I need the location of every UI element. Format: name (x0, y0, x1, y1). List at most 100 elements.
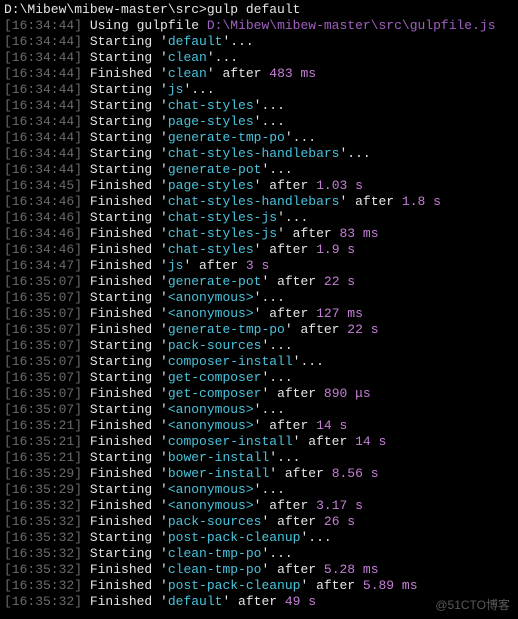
terminal-output: D:\Mibew\mibew-master\src>gulp default[1… (0, 0, 518, 612)
task-name: chat-styles-handlebars (168, 194, 340, 209)
timestamp: [16:35:07] (4, 402, 82, 417)
log-line: [16:35:21] Finished '<anonymous>' after … (4, 418, 514, 434)
task-name: bower-install (168, 450, 269, 465)
log-text: Starting ' (90, 98, 168, 113)
log-text: ' after (254, 178, 316, 193)
log-text: ' after (293, 434, 355, 449)
task-name: page-styles (168, 114, 254, 129)
log-text: '... (254, 482, 285, 497)
timestamp: [16:35:07] (4, 274, 82, 289)
log-line: [16:34:44] Using gulpfile D:\Mibew\mibew… (4, 18, 514, 34)
duration: 890 μs (324, 386, 371, 401)
timestamp: [16:35:32] (4, 498, 82, 513)
log-text: Finished ' (90, 562, 168, 577)
log-text: Starting ' (90, 338, 168, 353)
log-text: Finished ' (90, 434, 168, 449)
log-text: Starting ' (90, 290, 168, 305)
log-text: Finished ' (90, 274, 168, 289)
log-line: [16:35:29] Starting '<anonymous>'... (4, 482, 514, 498)
timestamp: [16:35:32] (4, 530, 82, 545)
log-text: Finished ' (90, 386, 168, 401)
log-text: Starting ' (90, 450, 168, 465)
timestamp: [16:35:07] (4, 370, 82, 385)
timestamp: [16:34:44] (4, 98, 82, 113)
log-text: '... (300, 530, 331, 545)
log-text: Starting ' (90, 114, 168, 129)
log-line: [16:35:07] Starting 'get-composer'... (4, 370, 514, 386)
task-name: chat-styles (168, 242, 254, 257)
log-text: Starting ' (90, 146, 168, 161)
task-name: generate-tmp-po (168, 322, 285, 337)
log-text: ' after (254, 498, 316, 513)
log-text: '... (261, 338, 292, 353)
timestamp: [16:35:29] (4, 482, 82, 497)
timestamp: [16:35:32] (4, 514, 82, 529)
log-line: [16:34:44] Starting 'page-styles'... (4, 114, 514, 130)
log-line: [16:35:32] Finished 'post-pack-cleanup' … (4, 578, 514, 594)
duration: 5.28 ms (324, 562, 379, 577)
duration: 83 ms (339, 226, 378, 241)
task-name: chat-styles (168, 98, 254, 113)
log-line: [16:35:07] Finished 'generate-pot' after… (4, 274, 514, 290)
log-text: ' after (285, 322, 347, 337)
log-text: Starting ' (90, 162, 168, 177)
log-text: ' after (300, 578, 362, 593)
task-name: js (168, 258, 184, 273)
timestamp: [16:34:46] (4, 226, 82, 241)
log-text: '... (254, 98, 285, 113)
task-name: clean-tmp-po (168, 562, 262, 577)
log-line: [16:34:46] Finished 'chat-styles' after … (4, 242, 514, 258)
task-name: generate-pot (168, 274, 262, 289)
log-text: ' after (183, 258, 245, 273)
log-text: ' after (261, 562, 323, 577)
log-text: Starting ' (90, 210, 168, 225)
log-text: '... (277, 210, 308, 225)
log-text: ' after (254, 242, 316, 257)
task-name: post-pack-cleanup (168, 530, 301, 545)
timestamp: [16:34:44] (4, 66, 82, 81)
log-line: [16:34:44] Starting 'clean'... (4, 50, 514, 66)
duration: 22 s (347, 322, 378, 337)
timestamp: [16:34:44] (4, 114, 82, 129)
log-text: '... (183, 82, 214, 97)
timestamp: [16:35:07] (4, 290, 82, 305)
watermark: @51CTO博客 (435, 597, 510, 613)
task-name: get-composer (168, 386, 262, 401)
log-text: ' after (277, 226, 339, 241)
timestamp: [16:34:44] (4, 34, 82, 49)
log-text: Finished ' (90, 226, 168, 241)
duration: 3 s (246, 258, 269, 273)
timestamp: [16:34:46] (4, 242, 82, 257)
duration: 3.17 s (316, 498, 363, 513)
task-name: composer-install (168, 434, 293, 449)
log-line: [16:34:44] Starting 'default'... (4, 34, 514, 50)
timestamp: [16:34:46] (4, 210, 82, 225)
log-text: Using gulpfile (90, 18, 207, 33)
duration: 5.89 ms (363, 578, 418, 593)
log-line: [16:35:32] Starting 'clean-tmp-po'... (4, 546, 514, 562)
task-name: page-styles (168, 178, 254, 193)
task-name: <anonymous> (168, 290, 254, 305)
timestamp: [16:34:44] (4, 162, 82, 177)
log-line: [16:35:32] Finished '<anonymous>' after … (4, 498, 514, 514)
timestamp: [16:34:46] (4, 194, 82, 209)
timestamp: [16:35:07] (4, 386, 82, 401)
log-text: ' after (254, 418, 316, 433)
duration: 483 ms (269, 66, 316, 81)
log-line: [16:34:44] Starting 'chat-styles-handleb… (4, 146, 514, 162)
timestamp: [16:35:32] (4, 578, 82, 593)
task-name: generate-pot (168, 162, 262, 177)
log-line: [16:34:45] Finished 'page-styles' after … (4, 178, 514, 194)
log-line: [16:34:47] Finished 'js' after 3 s (4, 258, 514, 274)
prompt-line: D:\Mibew\mibew-master\src>gulp default (4, 2, 514, 18)
log-text: Finished ' (90, 178, 168, 193)
log-text: '... (207, 50, 238, 65)
log-text: Starting ' (90, 370, 168, 385)
log-text: ' after (261, 386, 323, 401)
task-name: clean-tmp-po (168, 546, 262, 561)
prompt-path: D:\Mibew\mibew-master\src> (4, 2, 207, 17)
duration: 14 s (355, 434, 386, 449)
log-text: ' after (269, 466, 331, 481)
log-text: Finished ' (90, 242, 168, 257)
timestamp: [16:35:32] (4, 546, 82, 561)
